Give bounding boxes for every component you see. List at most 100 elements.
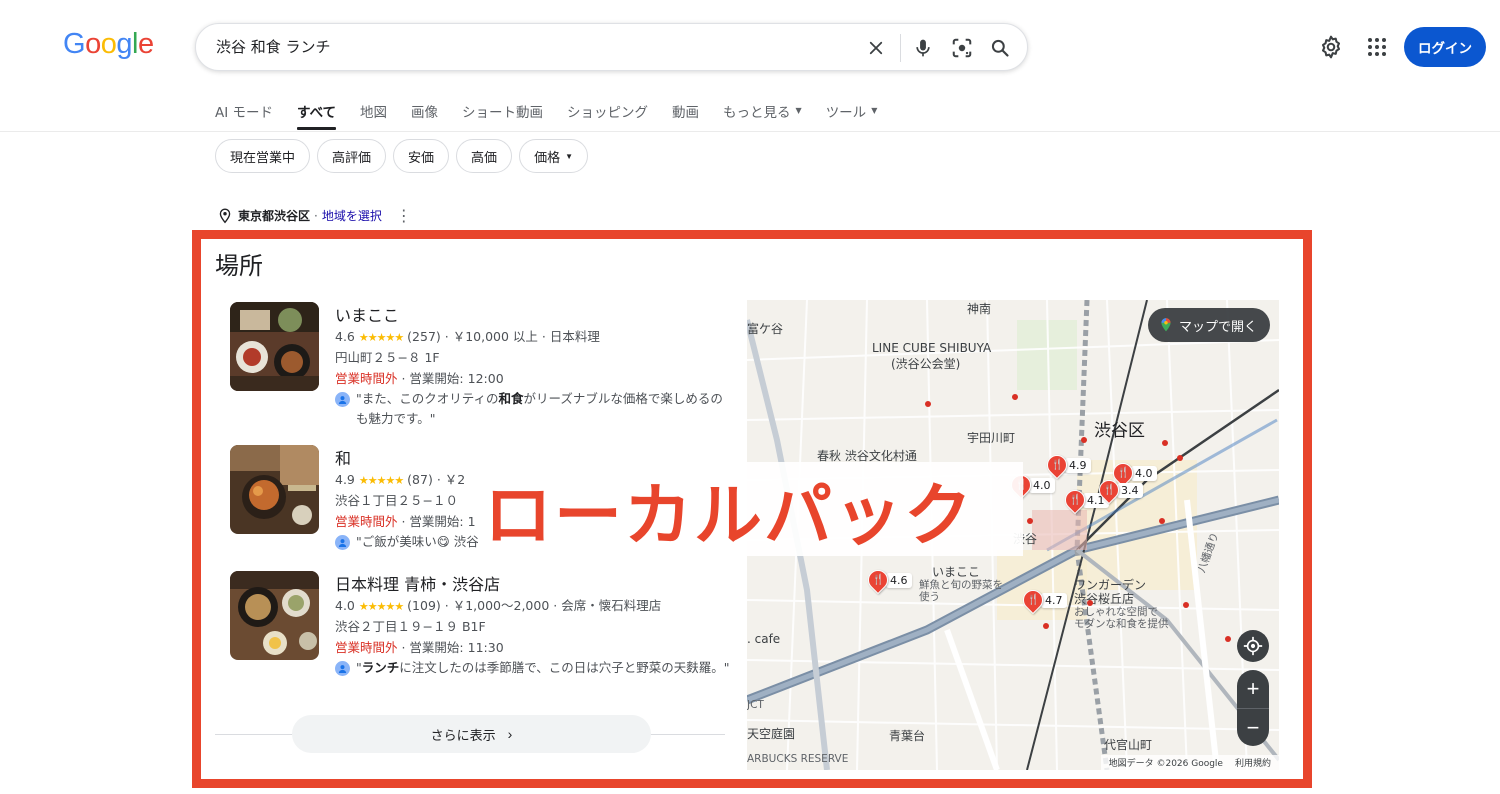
place-dot[interactable] <box>1177 455 1183 461</box>
logo-letter: o <box>85 28 101 60</box>
place-hours: 営業時間外 · 営業開始: 12:00 <box>335 368 730 389</box>
tab-label: ショッピング <box>567 105 649 121</box>
status-closed: 営業時間外 <box>335 640 398 655</box>
tab-all[interactable]: すべて <box>297 101 337 131</box>
rating-stars: ★★★★★ <box>358 331 404 344</box>
location-pin-icon <box>219 207 231 223</box>
lens-icon[interactable] <box>949 35 975 61</box>
my-location-button[interactable] <box>1237 630 1269 662</box>
place-name[interactable]: 日本料理 青柿・渋谷店 <box>335 571 730 595</box>
map-label: 天空庭園 <box>747 727 796 741</box>
rated-place-pin[interactable]: 🍴 3.4 <box>1094 475 1143 505</box>
login-button[interactable]: ログイン <box>1404 27 1486 67</box>
place-photo[interactable] <box>230 302 319 391</box>
zoom-out-button[interactable]: − <box>1237 708 1269 746</box>
chip-cheap[interactable]: 安価 <box>393 139 450 173</box>
pin-rating: 3.4 <box>1117 482 1143 498</box>
rated-place-pin[interactable]: 🍴 4.6 <box>863 565 912 595</box>
chip-label: 安価 <box>408 149 435 165</box>
open-in-maps-button[interactable]: マップで開く <box>1147 308 1270 342</box>
tab-label: ショート動画 <box>462 105 544 121</box>
place-dot[interactable] <box>1087 600 1093 606</box>
place-details: · ￥1,000～2,000 · 会席・懐石料理店 <box>440 598 662 613</box>
place-name[interactable]: いまここ <box>335 302 730 326</box>
place-info: 日本料理 青柿・渋谷店 4.0 ★★★★★ (109) · ￥1,000～2,0… <box>335 571 730 678</box>
place-details: · ￥2 <box>432 472 466 487</box>
map-terms-link[interactable]: 利用規約 <box>1235 759 1271 769</box>
map-label: LINE CUBE SHIBUYA <box>872 341 992 355</box>
show-more-button[interactable]: さらに表示 › <box>292 715 651 753</box>
map-label: 代官山町 <box>1104 738 1153 752</box>
chip-price[interactable]: 価格 ▼ <box>519 139 588 173</box>
tab-images[interactable]: 画像 <box>411 101 438 131</box>
map-label: モダンな和食を提供 <box>1074 618 1169 630</box>
clear-icon[interactable] <box>863 35 889 61</box>
crosshair-icon <box>1243 636 1263 656</box>
zoom-in-button[interactable]: + <box>1237 670 1269 708</box>
review-pre: "また、このクオリティの <box>356 391 499 406</box>
place-dot[interactable] <box>1162 440 1168 446</box>
chip-expensive[interactable]: 高価 <box>456 139 513 173</box>
microphone-icon[interactable] <box>910 35 936 61</box>
tab-ai-mode[interactable]: AI モード <box>215 101 273 131</box>
gear-icon[interactable] <box>1318 34 1344 60</box>
plus-icon: + <box>1246 676 1260 701</box>
tab-label: すべて <box>297 105 337 121</box>
place-photo[interactable] <box>230 445 319 534</box>
review-count: (87) <box>407 472 433 487</box>
restaurant-pin-icon: 🍴 <box>1094 475 1124 505</box>
place-dot[interactable] <box>925 401 931 407</box>
search-input[interactable] <box>216 24 836 70</box>
review-count: (109) <box>407 598 441 613</box>
change-location-link[interactable]: 地域を選択 <box>322 207 382 224</box>
map-label: 使う <box>919 591 940 603</box>
place-listing[interactable]: 日本料理 青柿・渋谷店 4.0 ★★★★★ (109) · ￥1,000～2,0… <box>230 571 730 701</box>
chip-open-now[interactable]: 現在営業中 <box>215 139 311 173</box>
rating-stars: ★★★★★ <box>358 474 404 487</box>
place-dot[interactable] <box>1159 518 1165 524</box>
pin-rating: 4.6 <box>886 572 912 588</box>
rated-place-pin[interactable]: 🍴 4.7 <box>1018 585 1067 615</box>
chip-label: 高評価 <box>332 149 372 165</box>
minus-icon: − <box>1246 714 1260 740</box>
rated-place-pin[interactable]: 🍴 4.9 <box>1042 450 1091 480</box>
chevron-right-icon: › <box>507 726 513 742</box>
tab-short-videos[interactable]: ショート動画 <box>462 101 543 131</box>
place-listing[interactable]: いまここ 4.6 ★★★★★ (257) · ￥10,000 以上 · 日本料理… <box>230 302 730 432</box>
more-vert-icon[interactable]: ⋮ <box>396 206 412 225</box>
place-info: いまここ 4.6 ★★★★★ (257) · ￥10,000 以上 · 日本料理… <box>335 302 730 429</box>
review-text: "ご飯が美味い😋 渋谷 <box>356 532 479 552</box>
chip-label: 価格 <box>534 149 561 165</box>
place-photo[interactable] <box>230 571 319 660</box>
place-dot[interactable] <box>1081 437 1087 443</box>
review-pre: "ご飯が美味い😋 渋谷 <box>356 534 479 549</box>
apps-grid-icon[interactable] <box>1365 35 1389 59</box>
place-details: · ￥10,000 以上 · 日本料理 <box>440 329 600 344</box>
filter-chips: 現在営業中 高評価 安価 高価 価格 ▼ <box>215 139 588 173</box>
tab-maps[interactable]: 地図 <box>360 101 387 131</box>
google-maps-pin-icon <box>1161 318 1171 332</box>
logo-letter: G <box>63 28 86 60</box>
chip-label: 高価 <box>471 149 498 165</box>
chip-top-rated[interactable]: 高評価 <box>317 139 387 173</box>
place-dot[interactable] <box>1043 623 1049 629</box>
review-bold: ランチ <box>361 660 400 675</box>
caret-down-icon: ▼ <box>795 106 802 115</box>
tab-shopping[interactable]: ショッピング <box>567 101 648 131</box>
pin-rating: 4.9 <box>1065 457 1091 473</box>
search-icon[interactable] <box>987 35 1013 61</box>
place-dot[interactable] <box>1183 602 1189 608</box>
tab-tools[interactable]: ツール ▼ <box>826 101 878 131</box>
place-dot[interactable] <box>1012 394 1018 400</box>
place-dot[interactable] <box>1225 636 1231 642</box>
google-logo[interactable]: Google <box>63 28 154 61</box>
tab-more[interactable]: もっと見る ▼ <box>723 101 802 131</box>
logo-letter: g <box>116 28 132 60</box>
rating-value: 4.0 <box>335 598 355 613</box>
place-dot[interactable] <box>1027 518 1033 524</box>
location-area: 東京都渋谷区 <box>238 209 311 223</box>
tab-videos[interactable]: 動画 <box>672 101 699 131</box>
map-label: 神南 <box>967 302 992 316</box>
tab-label: もっと見る <box>723 105 791 121</box>
status-closed: 営業時間外 <box>335 371 398 386</box>
